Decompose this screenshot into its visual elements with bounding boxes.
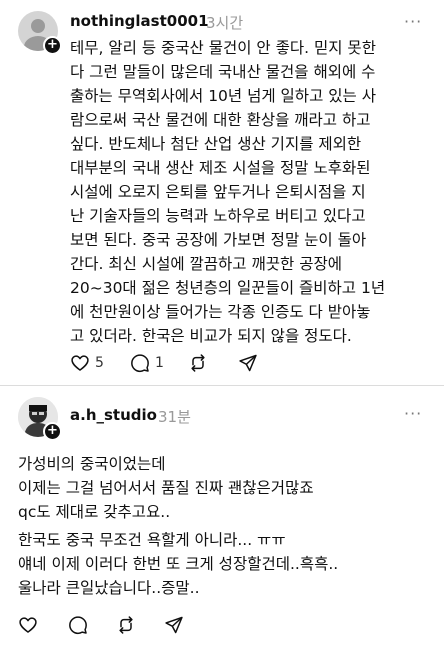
post-text-line: 이제는 그걸 넘어서서 품질 진짜 괜찮은거많죠 (18, 479, 314, 497)
post-text-line: 가성비의 중국이었는데 (18, 455, 166, 473)
username[interactable]: nothinglast0001 (70, 12, 209, 30)
post-body: 가성비의 중국이었는데 이제는 그걸 넘어서서 품질 진짜 괜찮은거많죠 qc도… (18, 452, 314, 524)
plus-icon[interactable]: + (43, 422, 62, 441)
share-button[interactable] (238, 352, 258, 374)
post-body: 테무, 알리 등 중국산 물건이 안 좋다. 믿지 못한 다 그런 말들이 많은… (70, 36, 385, 348)
post-text-line: 얘네 이제 이러다 한번 또 크게 성장할건데..흑흑.. (18, 555, 339, 573)
post-text-line: 다 그런 말들이 많은데 국내산 물건을 해외에 수 (70, 63, 376, 81)
repost-icon (116, 615, 136, 635)
post-text-line: 싶다. 반도체나 첨단 산업 생산 기지를 제외한 (70, 135, 362, 153)
post-text-line: 출하는 무역회사에서 10년 넘게 일하고 있는 사 (70, 87, 376, 105)
username[interactable]: a.h_studio (70, 406, 157, 424)
send-icon (238, 353, 258, 373)
post-text-line: qc도 제대로 갖추고요.. (18, 503, 171, 521)
post-text-line: 대부분의 국내 생산 제조 시설을 정말 노후화된 (70, 159, 371, 177)
comment-count: 1 (155, 355, 164, 371)
thread-post: + nothinglast0001 3시간 ··· 테무, 알리 등 중국산 물… (0, 0, 444, 384)
repost-icon (188, 353, 208, 373)
send-icon (164, 615, 184, 635)
post-text-line: 난 기술자들의 능력과 노하우로 버티고 있다고 (70, 207, 366, 225)
post-text-line: 간다. 최신 시설에 깔끔하고 깨끗한 공장에 (70, 255, 342, 273)
comment-bubble-icon (130, 353, 150, 373)
avatar[interactable]: + (18, 11, 62, 55)
post-text-line: 한국도 중국 무조건 욕할게 아니라... ㅠㅠ (18, 531, 286, 549)
repost-button[interactable] (188, 352, 208, 374)
post-text-line: 람으로써 국산 물건에 대한 환상을 깨라고 하고 (70, 111, 371, 129)
post-text-line: 보면 된다. 중국 공장에 가보면 정말 눈이 돌아 (70, 231, 367, 249)
share-button[interactable] (164, 614, 184, 636)
like-count: 5 (95, 355, 104, 371)
post-text-line: 20~30대 젊은 청년층의 일꾼들이 즐비하고 1년 (70, 279, 386, 297)
avatar[interactable]: + (18, 397, 62, 441)
timestamp: 31분 (158, 408, 191, 426)
action-bar (18, 614, 318, 636)
repost-button[interactable] (116, 614, 136, 636)
comment-button[interactable] (68, 614, 88, 636)
post-body-paragraph: 한국도 중국 무조건 욕할게 아니라... ㅠㅠ 얘네 이제 이러다 한번 또 … (18, 528, 338, 600)
timestamp: 3시간 (206, 14, 244, 32)
like-button[interactable]: 5 (70, 352, 104, 374)
post-text-line: 시설에 오로지 은퇴를 앞두거나 은퇴시점을 지 (70, 183, 366, 201)
thread-post: + a.h_studio 31분 ··· 가성비의 중국이었는데 이제는 그걸 … (0, 386, 444, 646)
post-text-line: 테무, 알리 등 중국산 물건이 안 좋다. 믿지 못한 (70, 39, 376, 57)
more-options-icon[interactable]: ··· (404, 12, 422, 31)
comment-bubble-icon (68, 615, 88, 635)
plus-icon[interactable]: + (43, 36, 62, 55)
heart-icon (18, 615, 38, 635)
action-bar: 5 1 (70, 352, 370, 374)
like-button[interactable] (18, 614, 38, 636)
post-text-line: 울나라 큰일났습니다..증말.. (18, 579, 200, 597)
post-text-line: 고 있더라. 한국은 비교가 되지 않을 정도다. (70, 327, 352, 345)
post-text-line: 에 천만원이상 들어가는 각종 인증도 다 받아놓 (70, 303, 371, 321)
comment-button[interactable]: 1 (130, 352, 164, 374)
more-options-icon[interactable]: ··· (404, 404, 422, 423)
heart-icon (70, 353, 90, 373)
